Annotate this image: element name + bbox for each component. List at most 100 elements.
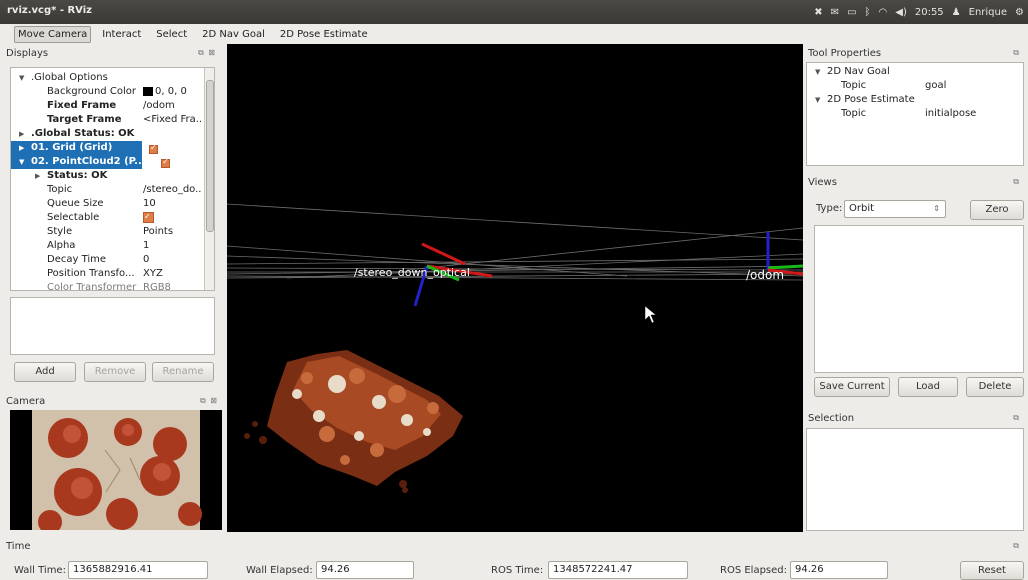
camera-image xyxy=(32,410,202,530)
window-title: rviz.vcg* - RViz xyxy=(7,5,92,16)
wall-time-label: Wall Time: xyxy=(14,565,66,576)
tool-properties-tree[interactable]: ▼ 2D Nav Goal Topic goal ▼ 2D Pose Estim… xyxy=(806,62,1024,166)
panel-float-close-icons[interactable]: ⧉ xyxy=(1013,413,1020,423)
wall-elapsed-field[interactable]: 94.26 xyxy=(316,561,414,579)
tree-row-color-transformer[interactable]: Color Transformer RGB8 xyxy=(11,281,206,290)
frame-label-stereo: /stereo_down_optical xyxy=(354,266,470,279)
tree-row-global-options[interactable]: ▼ .Global Options xyxy=(11,71,206,85)
rename-display-button[interactable]: Rename xyxy=(152,362,214,382)
panel-float-close-icons[interactable]: ⧉ xyxy=(1013,541,1020,551)
app-indicator-icon[interactable]: ✖ xyxy=(814,7,822,18)
tool-toolbar: Move Camera Interact Select 2D Nav Goal … xyxy=(0,24,1028,44)
frame-label-odom: /odom xyxy=(746,268,785,282)
save-current-view-button[interactable]: Save Current xyxy=(814,377,890,397)
tool-interact[interactable]: Interact xyxy=(98,26,145,43)
clock[interactable]: 20:55 xyxy=(915,7,944,18)
expand-right-icon[interactable]: ▶ xyxy=(35,169,40,183)
camera-title: Camera xyxy=(6,396,46,407)
ros-elapsed-field[interactable]: 94.26 xyxy=(790,561,888,579)
selectable-checkbox-cell[interactable] xyxy=(143,210,154,225)
load-view-button[interactable]: Load xyxy=(898,377,958,397)
tool-move-camera[interactable]: Move Camera xyxy=(14,25,92,43)
displays-panel-header: Displays ⧉ ⊠ xyxy=(6,48,220,62)
delete-view-button[interactable]: Delete xyxy=(966,377,1024,397)
selectable-checkbox[interactable] xyxy=(143,210,154,224)
tree-row-pointcloud2-display[interactable]: ▼ 02. PointCloud2 (P... xyxy=(11,155,146,169)
time-panel-header: Time ⧉ xyxy=(6,541,1024,555)
displays-title: Displays xyxy=(6,48,49,59)
tree-scrollbar[interactable] xyxy=(204,68,214,290)
wall-elapsed-label: Wall Elapsed: xyxy=(246,565,313,576)
volume-icon[interactable]: ◀) xyxy=(895,7,907,18)
panel-float-close-icons[interactable]: ⧉ xyxy=(1013,48,1020,58)
property-description-box xyxy=(10,297,215,355)
power-gear-icon[interactable]: ⚙ xyxy=(1015,7,1024,18)
grid-lines xyxy=(227,203,803,281)
expand-down-icon[interactable]: ▼ xyxy=(815,65,820,79)
color-swatch-value[interactable]: 0, 0, 0 xyxy=(143,85,187,99)
ros-elapsed-label: ROS Elapsed: xyxy=(720,565,787,576)
selection-properties[interactable] xyxy=(806,428,1024,531)
ros-time-label: ROS Time: xyxy=(491,565,544,576)
panel-float-close-icons[interactable]: ⧉ ⊠ xyxy=(200,396,218,406)
tool-2d-pose-estimate[interactable]: 2D Pose Estimate xyxy=(276,26,372,43)
tool-row-2d-pose-estimate[interactable]: ▼ 2D Pose Estimate xyxy=(807,93,1023,107)
tree-row-position-transformer[interactable]: Position Transfo... XYZ xyxy=(11,267,206,281)
expand-right-icon[interactable]: ▶ xyxy=(19,127,24,141)
tool-2d-nav-goal[interactable]: 2D Nav Goal xyxy=(198,26,269,43)
displays-tree[interactable]: ▼ .Global Options Background Color 0, 0,… xyxy=(10,67,215,291)
tree-row-selectable[interactable]: Selectable xyxy=(11,210,206,225)
ros-time-field[interactable]: 1348572241.47 xyxy=(548,561,688,579)
system-tray: ✖ ✉ ▭ ᛒ ◠ ◀) 20:55 ♟ Enrique ⚙ xyxy=(814,0,1024,24)
selection-header: Selection ⧉ xyxy=(806,413,1024,427)
tool-properties-header: Tool Properties ⧉ xyxy=(806,48,1024,62)
mail-icon[interactable]: ✉ xyxy=(831,7,839,18)
tree-row-background-color[interactable]: Background Color 0, 0, 0 xyxy=(11,85,206,99)
tree-scrollbar-thumb[interactable] xyxy=(206,80,214,232)
expand-down-icon[interactable]: ▼ xyxy=(815,93,820,107)
panel-float-close-icons[interactable]: ⧉ xyxy=(1013,177,1020,187)
tree-row-alpha[interactable]: Alpha 1 xyxy=(11,239,206,253)
zero-view-button[interactable]: Zero xyxy=(970,200,1024,220)
tree-row-queue-size[interactable]: Queue Size 10 xyxy=(11,197,206,211)
tree-row-fixed-frame[interactable]: Fixed Frame /odom xyxy=(11,99,206,113)
tool-row-2d-nav-goal[interactable]: ▼ 2D Nav Goal xyxy=(807,65,1023,79)
expand-down-icon[interactable]: ▼ xyxy=(19,71,24,85)
saved-views-list[interactable] xyxy=(814,225,1024,373)
tree-row-style[interactable]: Style Points xyxy=(11,225,206,239)
tool-row-pose-topic[interactable]: Topic initialpose xyxy=(807,107,1023,121)
tree-row-status[interactable]: ▶ Status: OK xyxy=(11,169,206,183)
tree-row-decay-time[interactable]: Decay Time 0 xyxy=(11,253,206,267)
tree-row-global-status[interactable]: ▶ .Global Status: OK xyxy=(11,127,206,141)
tool-row-goal-topic[interactable]: Topic goal xyxy=(807,79,1023,93)
bluetooth-icon[interactable]: ᛒ xyxy=(865,7,871,18)
render-3d-view[interactable]: /stereo_down_optical /odom xyxy=(227,44,803,532)
camera-image-view xyxy=(10,410,222,530)
view-type-select[interactable]: Orbit ⇕ xyxy=(844,200,946,218)
window-titlebar: rviz.vcg* - RViz ✖ ✉ ▭ ᛒ ◠ ◀) 20:55 ♟ En… xyxy=(0,0,1028,24)
tool-select[interactable]: Select xyxy=(152,26,191,43)
tree-row-topic[interactable]: Topic /stereo_do.. xyxy=(11,183,206,197)
expand-right-icon[interactable]: ▶ xyxy=(19,141,24,155)
view-type-label: Type: xyxy=(816,203,843,214)
battery-icon[interactable]: ▭ xyxy=(847,7,856,18)
panel-float-close-icons[interactable]: ⧉ ⊠ xyxy=(198,48,216,58)
time-title: Time xyxy=(6,541,31,552)
user-name[interactable]: Enrique xyxy=(969,7,1007,18)
grid-enabled-checkbox[interactable] xyxy=(149,143,158,154)
selection-title: Selection xyxy=(808,413,855,424)
views-header: Views ⧉ xyxy=(806,177,1024,191)
wall-time-field[interactable]: 1365882916.41 xyxy=(68,561,208,579)
add-display-button[interactable]: Add xyxy=(14,362,76,382)
camera-panel-header: Camera ⧉ ⊠ xyxy=(6,396,222,410)
reset-time-button[interactable]: Reset xyxy=(960,561,1024,580)
expand-down-icon[interactable]: ▼ xyxy=(19,155,24,169)
remove-display-button[interactable]: Remove xyxy=(84,362,146,382)
tree-row-grid-display[interactable]: ▶ 01. Grid (Grid) xyxy=(11,141,142,155)
tool-properties-title: Tool Properties xyxy=(808,48,882,59)
spinner-arrows-icon: ⇕ xyxy=(933,204,940,213)
pointcloud-enabled-checkbox[interactable] xyxy=(161,157,171,168)
wifi-icon[interactable]: ◠ xyxy=(879,7,888,18)
color-swatch-black xyxy=(143,86,153,96)
tree-row-target-frame[interactable]: Target Frame <Fixed Fra.. xyxy=(11,113,206,127)
